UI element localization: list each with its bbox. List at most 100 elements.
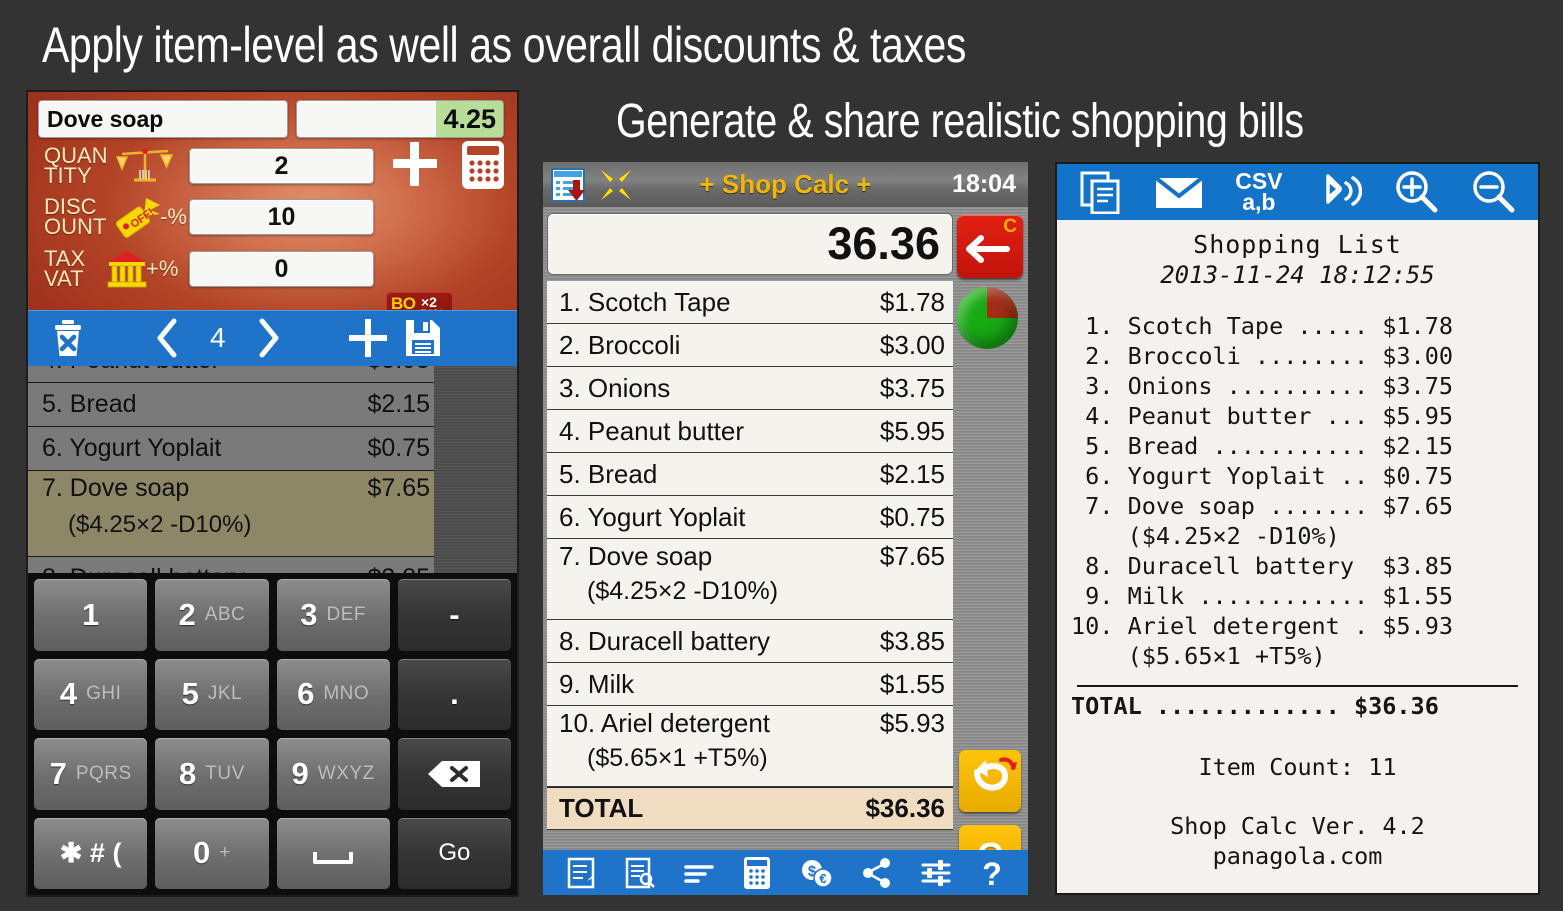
bill-row[interactable]: 7. Dove soap $7.65 ($4.25×2 -D10%): [547, 539, 953, 620]
bill-item-list[interactable]: 1. Scotch Tape $1.78 2. Broccoli $3.00 3. On…: [547, 281, 953, 830]
copy-icon[interactable]: [1079, 170, 1123, 214]
item-index: 4: [210, 322, 226, 353]
add-item-icon[interactable]: [348, 318, 388, 358]
list-item-price: $5.95: [367, 366, 430, 375]
key-label: -: [449, 596, 460, 632]
budget-pie-chart[interactable]: [956, 287, 1018, 349]
calculator-display[interactable]: 36.36: [547, 213, 953, 275]
discount-input[interactable]: 10: [189, 199, 374, 235]
bill-row[interactable]: 1. Scotch Tape $1.78: [547, 281, 953, 324]
bogo-button[interactable]: BO GO ×2 50% OFF: [386, 292, 453, 310]
key-Go[interactable]: Go: [397, 817, 511, 889]
bill-row[interactable]: 6. Yogurt Yoplait $0.75: [547, 496, 953, 539]
bill-row[interactable]: 8. Duracell battery $3.85: [547, 620, 953, 663]
key-alpha: PQRS: [75, 762, 132, 784]
receipt-version: Shop Calc Ver. 4.2: [1170, 812, 1425, 840]
item-name-input[interactable]: Dove soap: [38, 100, 288, 138]
key-5[interactable]: 5 JKL: [155, 658, 269, 730]
left-phone-screen: Dove soap 4.25 QUAN TITY 2 DISC OUNT OFF…: [28, 92, 517, 895]
list-item-label: 4. Peanut butter: [42, 366, 220, 375]
zoom-out-icon[interactable]: [1470, 170, 1516, 214]
status-clock: 18:04: [952, 170, 1016, 198]
edit-list-icon[interactable]: [567, 857, 597, 889]
key-label: 7: [49, 755, 67, 791]
list-item-label: 7. Dove soap: [42, 474, 190, 502]
key-8[interactable]: 8 TUV: [155, 738, 269, 810]
quantity-value: 2: [274, 151, 289, 180]
key-9[interactable]: 9 WXYZ: [276, 738, 390, 810]
calculator-icon[interactable]: [743, 856, 771, 890]
tax-input[interactable]: 0: [189, 251, 374, 287]
item-price-highlight: 4.25: [436, 101, 503, 137]
calculator-icon[interactable]: [461, 140, 505, 190]
zoom-in-icon[interactable]: [1393, 170, 1439, 214]
increment-quantity-button[interactable]: [393, 142, 437, 186]
bogo-line1: BO: [391, 294, 416, 311]
bill-row-price: $5.93: [879, 708, 945, 738]
receipt-title: Shopping List: [1193, 230, 1402, 259]
bill-row[interactable]: 9. Milk $1.55: [547, 663, 953, 706]
quantity-input[interactable]: 2: [189, 148, 374, 184]
key-2[interactable]: 2 ABC: [155, 579, 269, 651]
balance-scale-icon: [116, 144, 174, 188]
bill-toolbar: $ € ?: [543, 850, 1028, 895]
key-backspace[interactable]: [397, 738, 511, 810]
bill-row[interactable]: 5. Bread $2.15: [547, 453, 953, 496]
bill-row-price: $1.55: [879, 668, 945, 699]
svg-text:?: ?: [982, 857, 1002, 889]
list-item[interactable]: 5. Bread $2.15: [28, 383, 434, 427]
share-icon[interactable]: [862, 857, 892, 889]
key-3[interactable]: 3 DEF: [276, 579, 390, 651]
email-icon[interactable]: [1154, 172, 1204, 212]
key-label: Go: [438, 839, 471, 867]
left-item-list[interactable]: 4. Peanut butter $5.95 5. Bread $2.15 6. Yog…: [28, 366, 517, 587]
item-name-value: Dove soap: [47, 105, 164, 132]
save-item-icon[interactable]: [404, 318, 442, 358]
key-space-bar[interactable]: [276, 817, 390, 889]
bill-row[interactable]: 4. Peanut butter $5.95: [547, 410, 953, 453]
discount-tag-icon: OFF!: [116, 196, 164, 238]
settings-sliders-icon[interactable]: [920, 857, 952, 889]
backspace-clear-button[interactable]: C: [957, 215, 1023, 278]
editor-toolbar: 4: [28, 310, 517, 366]
help-icon[interactable]: ?: [980, 857, 1004, 889]
bill-row-price: $2.15: [879, 458, 945, 489]
item-price-input[interactable]: 4.25: [296, 100, 504, 138]
bill-row[interactable]: 10. Ariel detergent $5.93 ($5.65×1 +T5%): [547, 706, 953, 787]
key-alpha: JKL: [207, 683, 243, 705]
key-7[interactable]: 7 PQRS: [34, 738, 148, 810]
key-label: ✱ # (: [59, 837, 122, 868]
undo-button[interactable]: [959, 750, 1021, 812]
list-item[interactable]: 7. Dove soap $7.65 ($4.25×2 -D10%): [28, 471, 434, 557]
sort-icon[interactable]: [683, 857, 715, 889]
key-1[interactable]: 1: [34, 579, 148, 651]
delete-item-icon[interactable]: [50, 318, 86, 358]
bill-row[interactable]: 3. Onions $3.75: [547, 367, 953, 410]
bill-preview-screen: CSV a,b Shopping List 2013-11-24 18:12:5…: [1055, 162, 1540, 895]
csv-icon[interactable]: CSV a,b: [1235, 170, 1282, 214]
currency-icon[interactable]: $ €: [800, 857, 834, 889]
key-6[interactable]: 6 MNO: [276, 658, 390, 730]
list-item[interactable]: 6. Yogurt Yoplait $0.75: [28, 427, 434, 471]
bill-total-label: TOTAL: [559, 793, 644, 823]
bill-row-price: $3.75: [879, 372, 945, 403]
next-item-icon[interactable]: [256, 317, 282, 359]
bill-row-detail: ($4.25×2 -D10%): [587, 577, 779, 605]
tax-value: 0: [274, 254, 289, 283]
list-item[interactable]: 4. Peanut butter $5.95: [28, 366, 434, 383]
back-badge-label: C: [1003, 216, 1017, 237]
key-sym[interactable]: .: [397, 658, 511, 730]
bill-total-value: $36.36: [865, 793, 945, 823]
bill-row-label: 3. Onions: [559, 372, 671, 403]
bill-row-label: 10. Ariel detergent: [559, 708, 771, 738]
view-list-icon[interactable]: [625, 857, 656, 889]
bill-row-price: $3.85: [879, 625, 945, 656]
key-sym[interactable]: -: [397, 579, 511, 651]
bluetooth-icon[interactable]: [1314, 170, 1362, 214]
key-4[interactable]: 4 GHI: [34, 658, 148, 730]
bill-row[interactable]: 2. Broccoli $3.00: [547, 324, 953, 367]
bill-row-label: 7. Dove soap: [559, 541, 713, 571]
key-sym[interactable]: ✱ # (: [34, 817, 148, 889]
key-0[interactable]: 0 +: [155, 817, 269, 889]
previous-item-icon[interactable]: [154, 317, 180, 359]
